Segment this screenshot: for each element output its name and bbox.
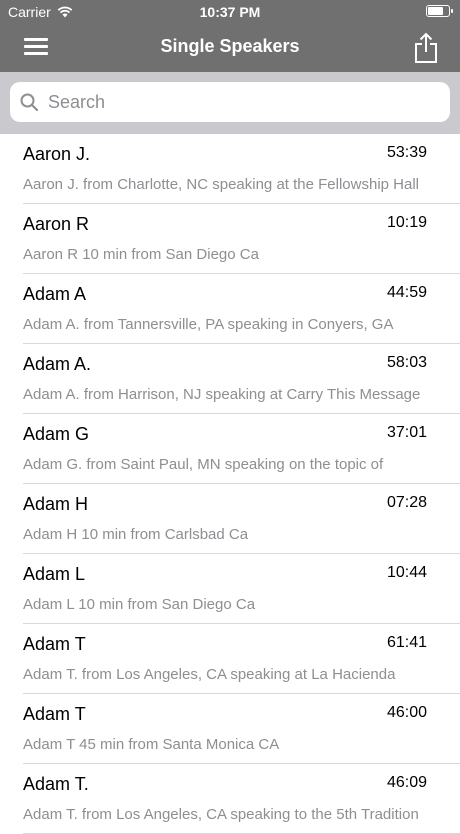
talk-duration: 53:39 [386,144,427,161]
talk-duration: 58:03 [386,354,427,371]
list-item[interactable]: Adam L 10:44 Adam L 10 min from San Dieg… [23,554,460,624]
speaker-name: Aaron R [23,214,90,234]
talk-duration: 37:01 [386,424,427,441]
speaker-name: Adam T. [23,774,89,794]
talk-description: Adam G. from Saint Paul, MN speaking on … [23,456,384,473]
talk-description: Adam A. from Tannersville, PA speaking i… [23,316,394,333]
speaker-list: Aaron J. 53:39 Aaron J. from Charlotte, … [0,134,460,834]
battery-icon [426,5,453,17]
speaker-name: Adam L [23,564,86,584]
header: Carrier 10:37 PM Single Speakers [0,0,460,72]
talk-description: Aaron J. from Charlotte, NC speaking at … [23,176,420,193]
talk-description: Adam T 45 min from Santa Monica CA [23,736,280,753]
speaker-name: Adam H [23,494,89,514]
navigation-bar: Single Speakers [0,24,460,72]
talk-description: Adam H 10 min from Carlsbad Ca [23,526,249,543]
talk-description: Adam L 10 min from San Diego Ca [23,596,256,613]
talk-description: Aaron R 10 min from San Diego Ca [23,246,259,263]
speaker-name: Adam A [23,284,87,304]
speaker-name: Aaron J. [23,144,91,164]
talk-duration: 10:19 [386,214,427,231]
share-icon [415,32,437,63]
search-icon [20,93,38,111]
talk-duration: 46:00 [386,704,427,721]
list-item[interactable]: Aaron R 10:19 Aaron R 10 min from San Di… [23,204,460,274]
speaker-name: Adam G [23,424,90,444]
list-item[interactable]: Aaron J. 53:39 Aaron J. from Charlotte, … [23,134,460,204]
speaker-name: Adam A. [23,354,92,374]
search-field[interactable] [10,82,450,122]
status-bar: Carrier 10:37 PM [0,0,460,24]
talk-duration: 10:44 [386,564,427,581]
speaker-name: Adam T [23,634,86,654]
search-input[interactable] [46,90,430,114]
list-item[interactable]: Adam H 07:28 Adam H 10 min from Carlsbad… [23,484,460,554]
list-item[interactable]: Adam G 37:01 Adam G. from Saint Paul, MN… [23,414,460,484]
clock: 10:37 PM [199,4,261,20]
search-bar [0,72,460,134]
talk-duration: 61:41 [386,634,427,651]
talk-description: Adam A. from Harrison, NJ speaking at Ca… [23,386,421,403]
list-item[interactable]: Adam T 61:41 Adam T. from Los Angeles, C… [23,624,460,694]
talk-description: Adam T. from Los Angeles, CA speaking to… [23,806,419,823]
list-item[interactable]: Adam T. 46:09 Adam T. from Los Angeles, … [23,764,460,834]
list-item[interactable]: Adam T 46:00 Adam T 45 min from Santa Mo… [23,694,460,764]
speaker-name: Adam T [23,704,86,724]
talk-description: Adam T. from Los Angeles, CA speaking at… [23,666,396,683]
list-item[interactable]: Adam A 44:59 Adam A. from Tannersville, … [23,274,460,344]
share-button[interactable] [414,32,438,64]
talk-duration: 44:59 [386,284,427,301]
list-item[interactable]: Adam A. 58:03 Adam A. from Harrison, NJ … [23,344,460,414]
talk-duration: 07:28 [386,494,427,511]
page-title: Single Speakers [160,36,300,56]
talk-duration: 46:09 [386,774,427,791]
